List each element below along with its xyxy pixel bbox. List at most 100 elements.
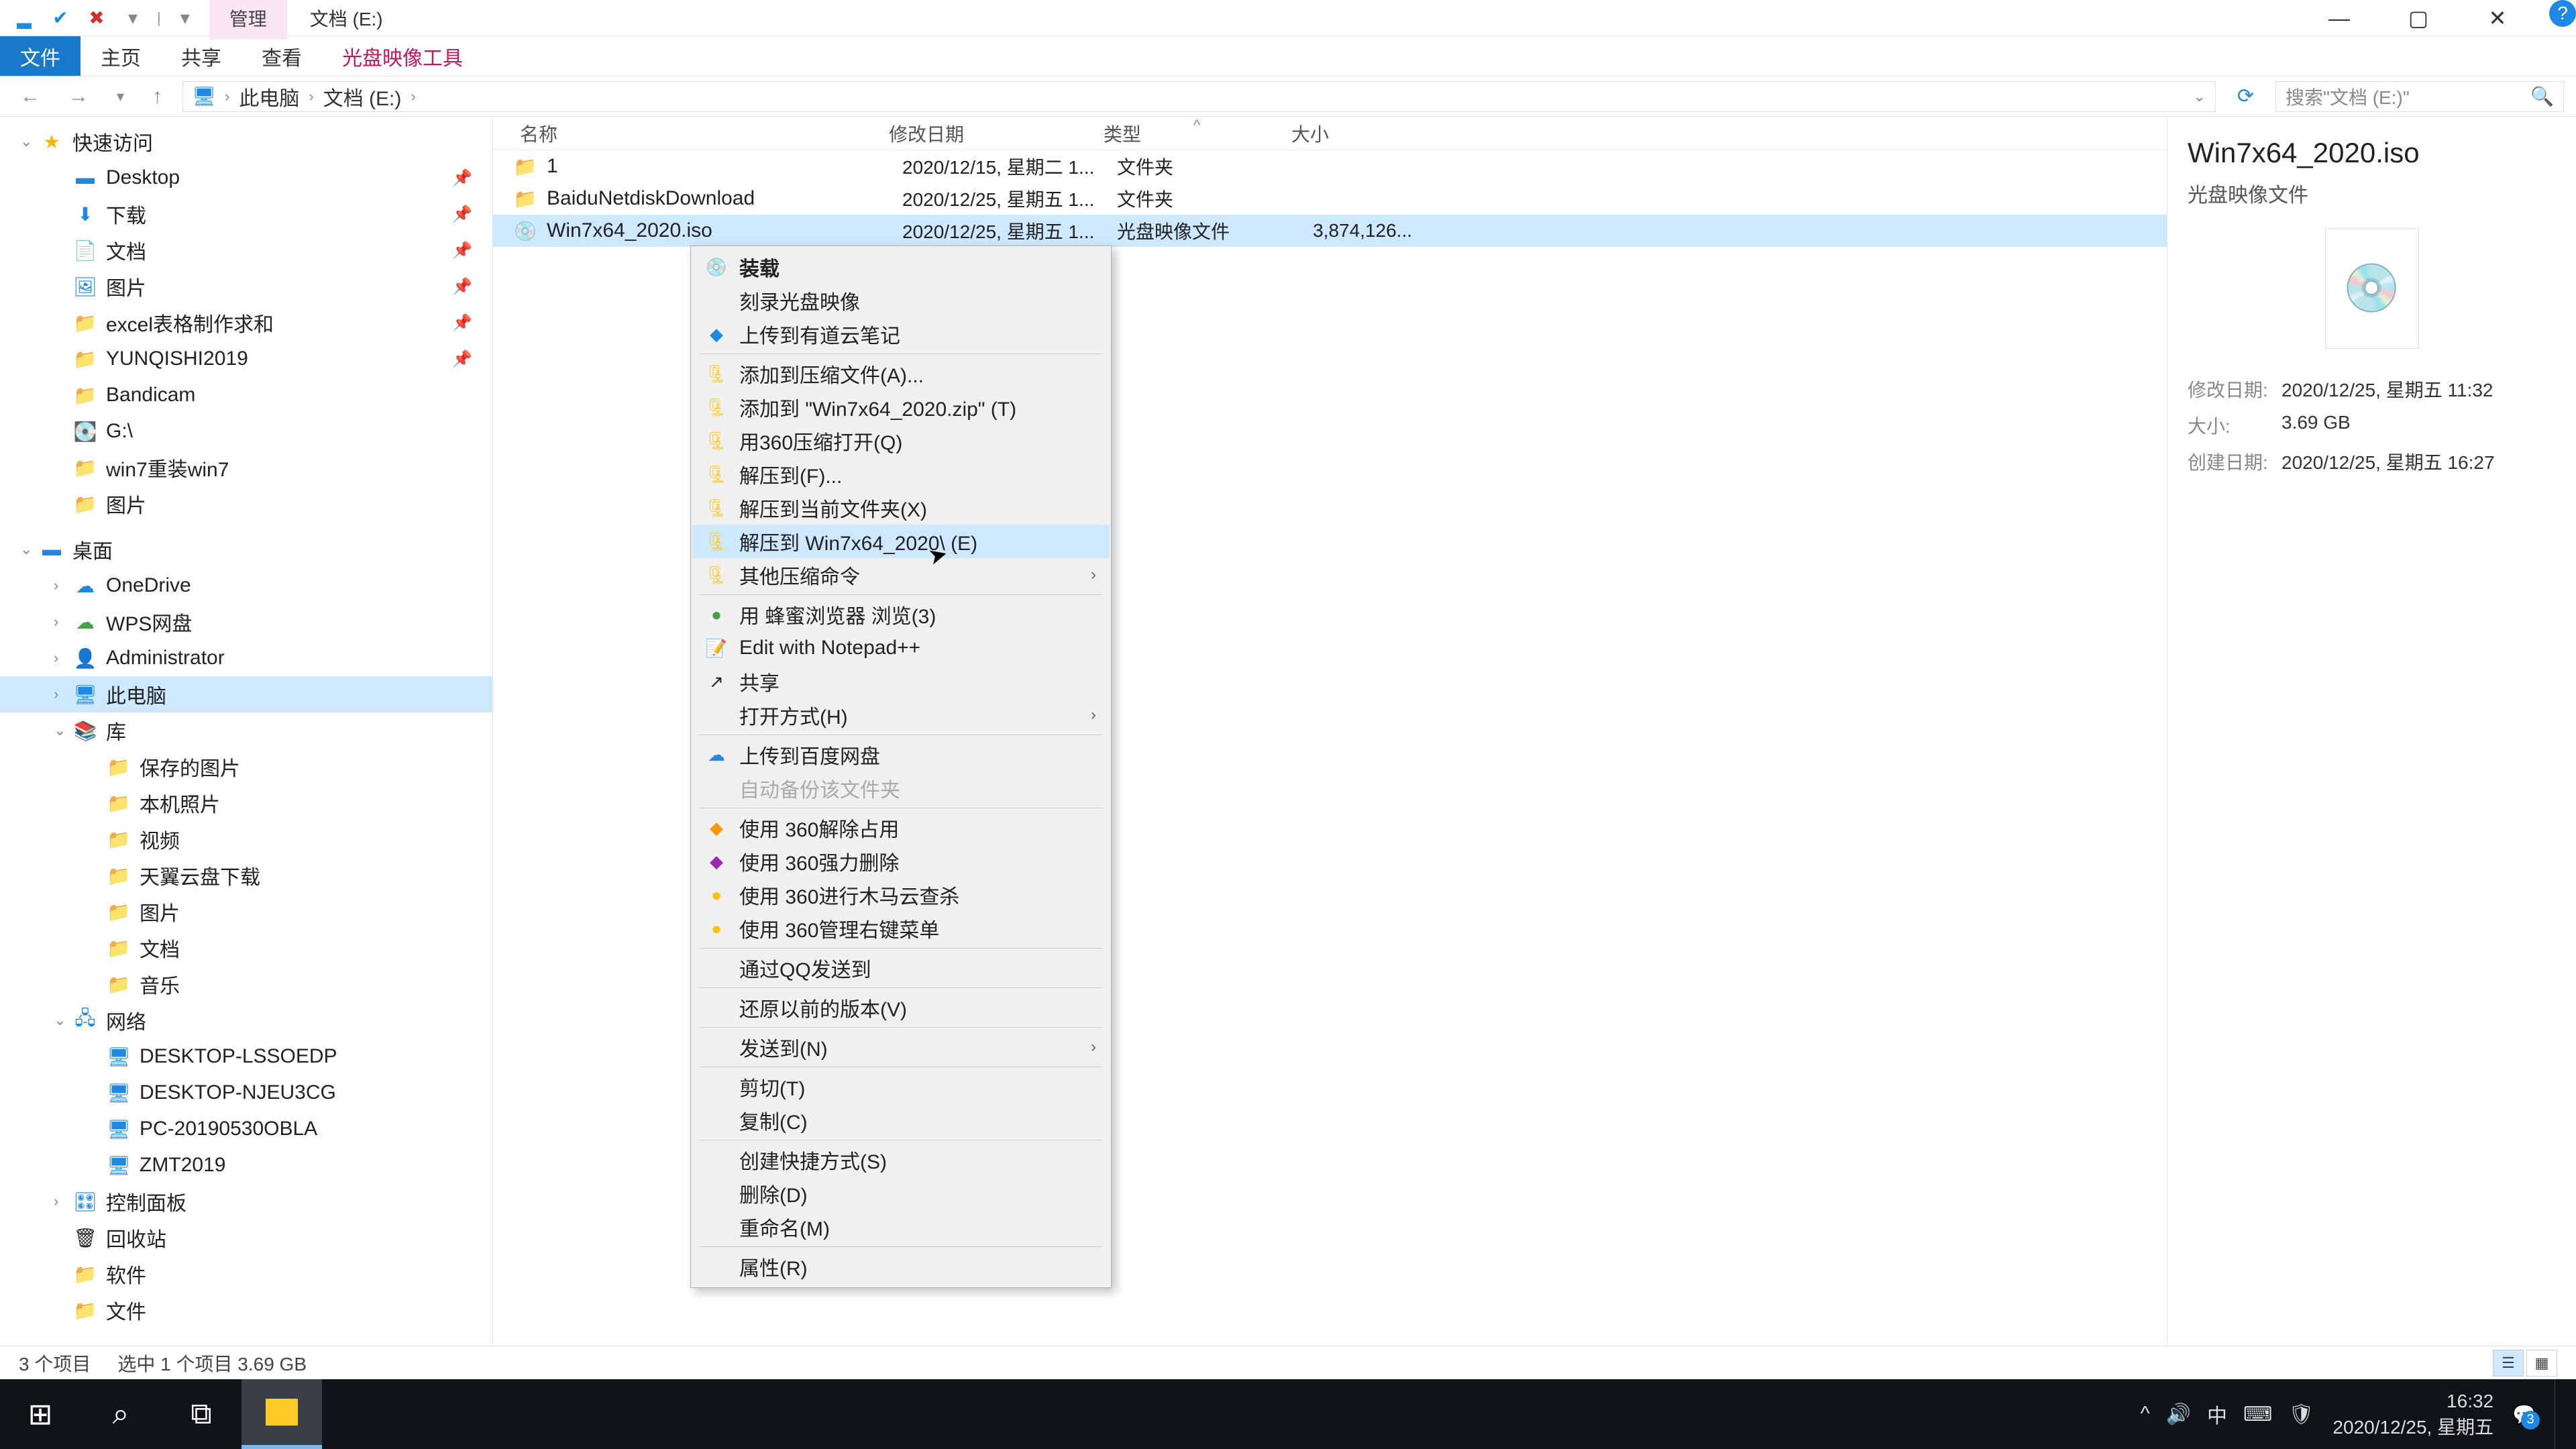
ctx-extract-folder[interactable]: 🗜解压到 Win7x64_2020\ (E) — [692, 525, 1110, 558]
nav-downloads[interactable]: ⬇下载📌 — [0, 196, 492, 232]
qat-new-icon[interactable]: ▾ — [121, 6, 145, 30]
search-button[interactable]: ⌕ — [80, 1379, 161, 1449]
nav-pictures2[interactable]: 📁图片 — [0, 486, 492, 522]
ctx-delete[interactable]: 删除(D) — [692, 1177, 1110, 1210]
ribbon-tab-view[interactable]: 查看 — [241, 36, 322, 76]
nav-this-pc[interactable]: ›🖥此电脑 — [0, 676, 492, 712]
ribbon-tab-disc-tools[interactable]: 光盘映像工具 — [322, 36, 483, 76]
search-input[interactable]: 搜索"文档 (E:)" 🔍 — [2275, 81, 2564, 112]
nav-pc4[interactable]: 🖥ZMT2019 — [0, 1147, 492, 1183]
ctx-share[interactable]: ↗共享 — [692, 665, 1110, 698]
file-row-selected[interactable]: 💿 Win7x64_2020.iso 2020/12/25, 星期五 1... … — [493, 215, 2167, 247]
view-thumbnails-button[interactable]: ▦ — [2526, 1350, 2557, 1377]
ctx-shortcut[interactable]: 创建快捷方式(S) — [692, 1143, 1110, 1177]
ctx-properties[interactable]: 属性(R) — [692, 1250, 1110, 1283]
show-desktop-button[interactable] — [2555, 1379, 2564, 1449]
nav-wps[interactable]: ›☁WPS网盘 — [0, 604, 492, 640]
ctx-burn[interactable]: 刻录光盘映像 — [692, 284, 1110, 317]
nav-onedrive[interactable]: ›☁OneDrive — [0, 568, 492, 604]
col-date[interactable]: 修改日期 — [889, 120, 1104, 147]
ctx-rename[interactable]: 重命名(M) — [692, 1210, 1110, 1244]
ctx-copy[interactable]: 复制(C) — [692, 1104, 1110, 1137]
nav-pic3[interactable]: 📁图片 — [0, 894, 492, 930]
chevron-down-icon[interactable]: ⌄ — [20, 541, 32, 558]
breadcrumb-pc[interactable]: 此电脑 — [239, 82, 299, 111]
chevron-down-icon[interactable]: ⌄ — [2193, 88, 2205, 105]
ctx-360-unlock[interactable]: ◆使用 360解除占用 — [692, 811, 1110, 845]
chevron-right-icon[interactable]: › — [54, 686, 58, 703]
nav-tianyi[interactable]: 📁天翼云盘下载 — [0, 857, 492, 894]
chevron-down-icon[interactable]: ⌄ — [20, 133, 32, 150]
nav-fwd-icon[interactable]: → — [60, 85, 97, 108]
ctx-360-trojan[interactable]: ●使用 360进行木马云查杀 — [692, 878, 1110, 912]
nav-win7[interactable]: 📁win7重装win7 — [0, 449, 492, 486]
close-button[interactable]: ✕ — [2458, 0, 2537, 36]
nav-doc2[interactable]: 📁文档 — [0, 930, 492, 966]
ctx-qq-send[interactable]: 通过QQ发送到 — [692, 951, 1110, 985]
nav-excel[interactable]: 📁excel表格制作求和📌 — [0, 305, 492, 341]
nav-video[interactable]: 📁视频 — [0, 821, 492, 857]
explorer-taskbar-button[interactable] — [241, 1379, 322, 1449]
ctx-add-archive[interactable]: 🗜添加到压缩文件(A)... — [692, 357, 1110, 390]
refresh-icon[interactable]: ⟳ — [2228, 85, 2263, 108]
ctx-open-360zip[interactable]: 🗜用360压缩打开(Q) — [692, 424, 1110, 458]
ctx-cut[interactable]: 剪切(T) — [692, 1070, 1110, 1104]
maximize-button[interactable]: ▢ — [2379, 0, 2458, 36]
nav-saved-pictures[interactable]: 📁保存的图片 — [0, 749, 492, 785]
nav-gdrive[interactable]: 💽G:\ — [0, 413, 492, 449]
volume-icon[interactable]: 🔊 — [2166, 1403, 2191, 1426]
nav-quick-access[interactable]: ⌄★快速访问 — [0, 123, 492, 160]
nav-desktop-root[interactable]: ⌄▬桌面 — [0, 531, 492, 568]
contextual-tab-manage[interactable]: 管理 — [209, 0, 287, 40]
ctx-baidu[interactable]: ☁上传到百度网盘 — [692, 738, 1110, 771]
ctx-extract-to[interactable]: 🗜解压到(F)... — [692, 458, 1110, 491]
nav-history-icon[interactable]: ▾ — [109, 88, 132, 105]
task-view-button[interactable]: ⧉ — [161, 1379, 241, 1449]
qat-dropdown-icon[interactable]: ▾ — [173, 6, 197, 30]
col-size[interactable]: 大小 — [1291, 120, 1412, 147]
ctx-notepadpp[interactable]: 📝Edit with Notepad++ — [692, 631, 1110, 665]
ctx-360-rightmenu[interactable]: ●使用 360管理右键菜单 — [692, 912, 1110, 945]
nav-pictures[interactable]: 🖼图片📌 — [0, 268, 492, 305]
nav-admin[interactable]: ›👤Administrator — [0, 640, 492, 676]
clock[interactable]: 16:32 2020/12/25, 星期五 — [2332, 1388, 2493, 1440]
chevron-right-icon[interactable]: › — [411, 88, 415, 105]
taskbar[interactable]: ⊞ ⌕ ⧉ ^ 🔊 中 ⌨ 🛡 16:32 2020/12/25, 星期五 💬 — [0, 1379, 2576, 1449]
breadcrumb-drive[interactable]: 文档 (E:) — [323, 82, 402, 111]
ribbon-tab-file[interactable]: 文件 — [0, 36, 80, 76]
chevron-right-icon[interactable]: › — [54, 1193, 58, 1210]
ctx-restore[interactable]: 还原以前的版本(V) — [692, 991, 1110, 1024]
ctx-other-compress[interactable]: 🗜其他压缩命令› — [692, 558, 1110, 592]
ctx-mount[interactable]: 💿装载 — [692, 250, 1110, 284]
nav-documents[interactable]: 📄文档📌 — [0, 232, 492, 268]
nav-soft[interactable]: 📁软件 — [0, 1256, 492, 1292]
nav-bandicam[interactable]: 📁Bandicam — [0, 377, 492, 413]
ribbon-tab-home[interactable]: 主页 — [80, 36, 161, 76]
view-details-button[interactable]: ☰ — [2493, 1350, 2524, 1377]
ctx-open-with[interactable]: 打开方式(H)› — [692, 698, 1110, 732]
nav-back-icon[interactable]: ← — [12, 85, 48, 108]
ctx-360-forcedel[interactable]: ◆使用 360强力删除 — [692, 845, 1110, 878]
start-button[interactable]: ⊞ — [0, 1379, 80, 1449]
nav-network[interactable]: ⌄🖧网络 — [0, 1002, 492, 1038]
nav-pc3[interactable]: 🖥PC-20190530OBLA — [0, 1111, 492, 1147]
nav-pane[interactable]: ⌄★快速访问 ▬Desktop📌 ⬇下载📌 📄文档📌 🖼图片📌 📁excel表格… — [0, 117, 493, 1346]
col-name[interactable]: 名称 — [493, 120, 889, 147]
nav-libraries[interactable]: ⌄📚库 — [0, 712, 492, 749]
ctx-extract-here[interactable]: 🗜解压到当前文件夹(X) — [692, 491, 1110, 525]
nav-up-icon[interactable]: ↑ — [144, 85, 170, 108]
nav-recycle[interactable]: 🗑回收站 — [0, 1220, 492, 1256]
minimize-button[interactable]: — — [2300, 0, 2379, 36]
security-icon[interactable]: 🛡 — [2288, 1403, 2314, 1426]
qat-close-icon[interactable]: ✖ — [85, 6, 109, 30]
chevron-down-icon[interactable]: ⌄ — [54, 722, 66, 739]
chevron-down-icon[interactable]: ⌄ — [54, 1012, 66, 1029]
nav-files[interactable]: 📁文件 — [0, 1292, 492, 1328]
ctx-bee-browser[interactable]: ●用 蜂蜜浏览器 浏览(3) — [692, 598, 1110, 631]
nav-control-panel[interactable]: ›🎛控制面板 — [0, 1183, 492, 1220]
chevron-right-icon[interactable]: › — [54, 649, 58, 667]
breadcrumb[interactable]: 🖥 › 此电脑 › 文档 (E:) › ⌄ — [182, 81, 2216, 112]
chevron-right-icon[interactable]: › — [309, 88, 313, 105]
file-row[interactable]: 📁 BaiduNetdiskDownload 2020/12/25, 星期五 1… — [493, 182, 2167, 215]
qat-check-icon[interactable]: ✔ — [48, 6, 72, 30]
